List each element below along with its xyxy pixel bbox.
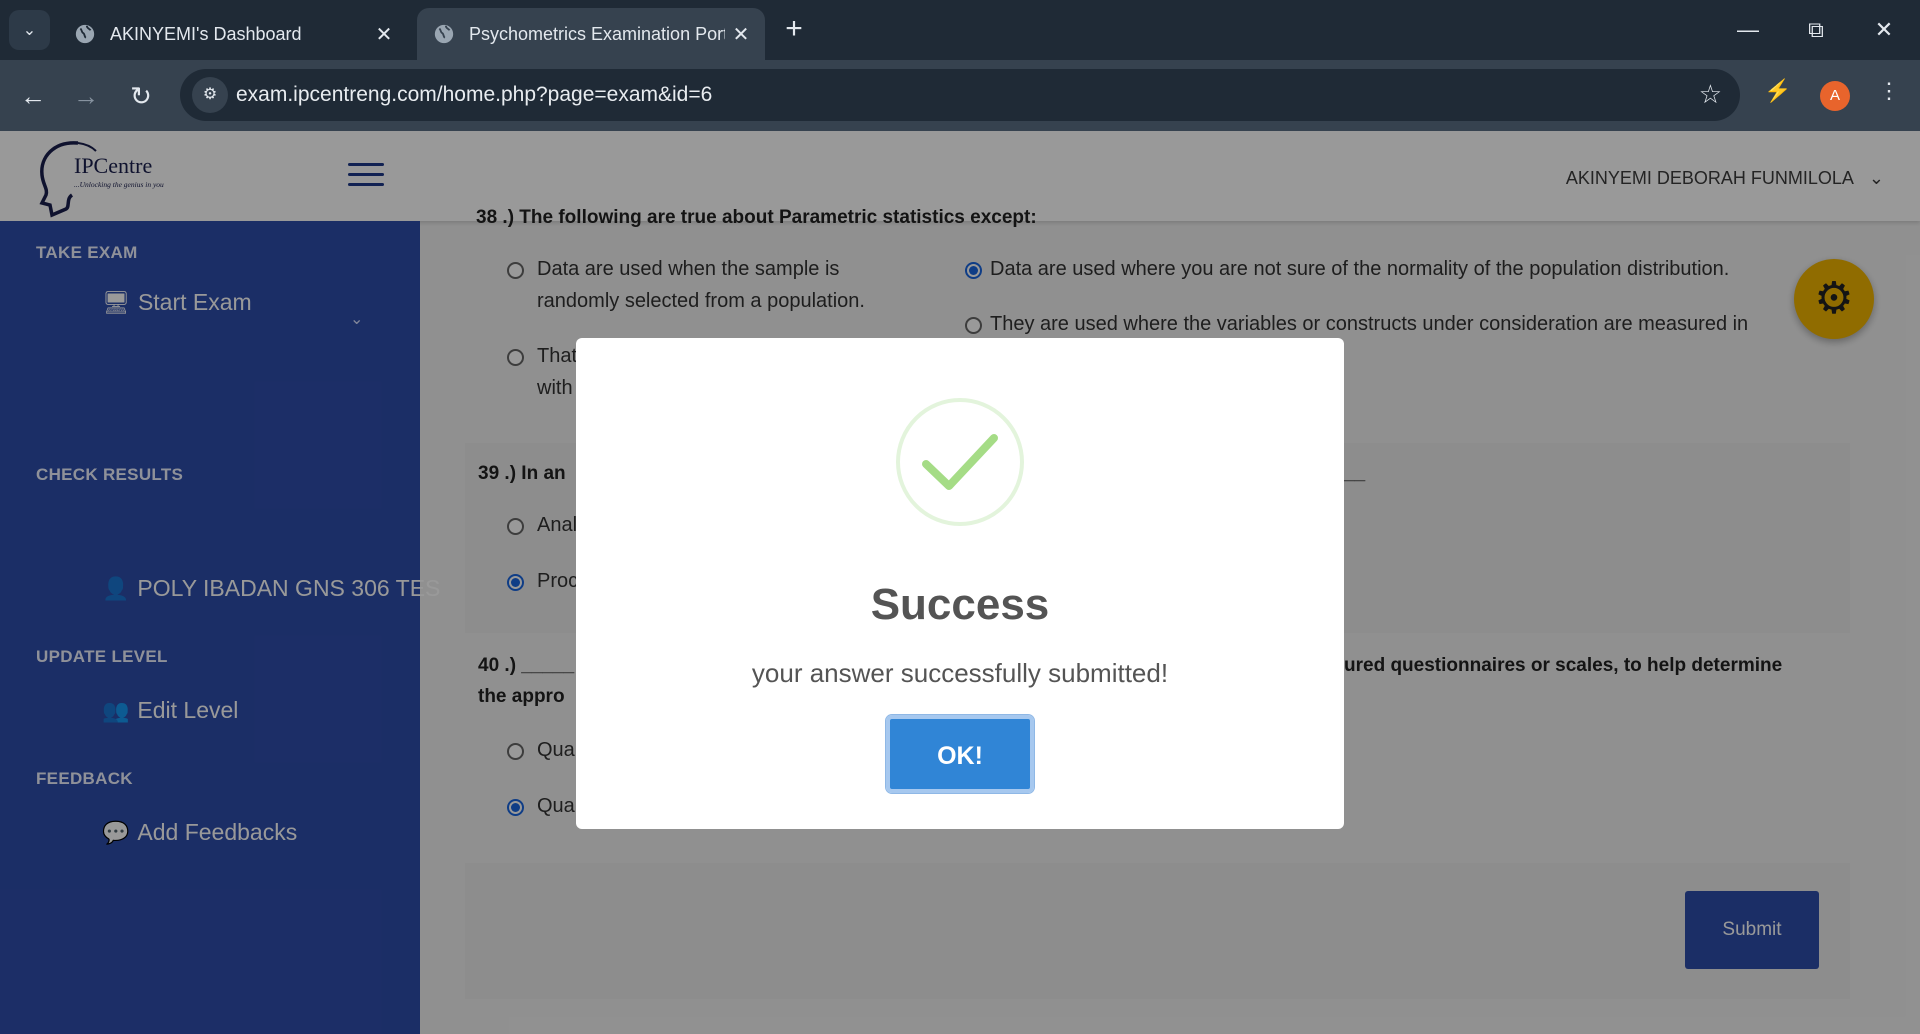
forward-icon[interactable]: → bbox=[66, 76, 106, 116]
close-tab-icon[interactable]: ✕ bbox=[725, 22, 757, 47]
tab-search-button[interactable]: ⌄ bbox=[9, 10, 50, 50]
address-bar[interactable]: ⚙ exam.ipcentreng.com/home.php?page=exam… bbox=[180, 69, 1740, 121]
bookmark-star-icon[interactable]: ☆ bbox=[1699, 79, 1722, 110]
tab-exam-portal[interactable]: Psychometrics Examination Port ✕ bbox=[417, 8, 765, 60]
tab-dashboard[interactable]: AKINYEMI's Dashboard ✕ bbox=[58, 8, 408, 60]
web-page: IPCentre ...Unlocking the genius in you … bbox=[0, 131, 1920, 1034]
reload-icon[interactable]: ↻ bbox=[121, 76, 161, 116]
tab-title: Psychometrics Examination Port bbox=[469, 23, 725, 44]
globe-icon bbox=[434, 24, 454, 44]
profile-avatar[interactable]: A bbox=[1820, 81, 1850, 111]
minimize-icon[interactable]: — bbox=[1726, 12, 1770, 48]
tab-title: AKINYEMI's Dashboard bbox=[110, 23, 302, 44]
site-info-icon[interactable]: ⚙ bbox=[192, 77, 228, 113]
new-tab-button[interactable]: + bbox=[776, 14, 812, 46]
restore-icon[interactable]: ⧉ bbox=[1794, 12, 1838, 48]
dialog-title: Success bbox=[870, 580, 1050, 629]
url-text[interactable]: exam.ipcentreng.com/home.php?page=exam&i… bbox=[236, 83, 712, 107]
ok-button[interactable]: OK! bbox=[885, 714, 1035, 794]
close-window-icon[interactable]: ✕ bbox=[1862, 12, 1906, 48]
dialog-message: your answer successfully submitted! bbox=[751, 658, 1169, 688]
close-tab-icon[interactable]: ✕ bbox=[368, 22, 400, 47]
extension-icon[interactable]: ⚡ bbox=[1764, 78, 1791, 104]
success-dialog: Success your answer successfully submitt… bbox=[576, 338, 1344, 829]
browser-tab-strip: ⌄ AKINYEMI's Dashboard ✕ Psychometrics E… bbox=[0, 0, 1920, 60]
browser-menu-icon[interactable]: ⋮ bbox=[1878, 78, 1900, 104]
success-check-icon bbox=[896, 398, 1024, 526]
browser-toolbar: ← → ↻ ⚙ exam.ipcentreng.com/home.php?pag… bbox=[0, 60, 1920, 131]
back-icon[interactable]: ← bbox=[13, 76, 53, 116]
globe-icon bbox=[75, 24, 95, 44]
